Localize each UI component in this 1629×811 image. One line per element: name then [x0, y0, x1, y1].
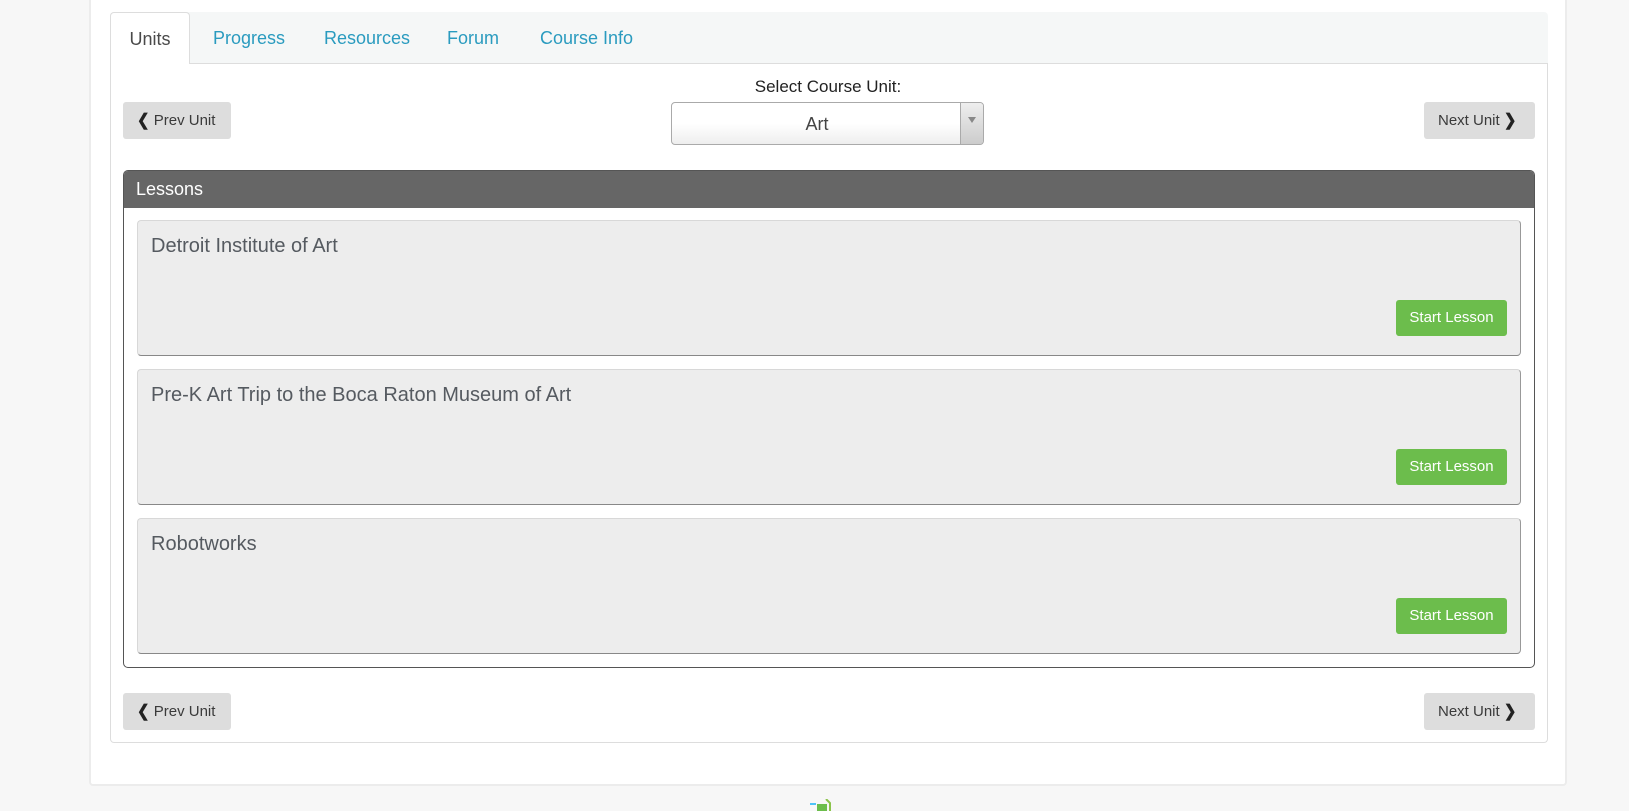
start-lesson-button[interactable]: Start Lesson [1396, 449, 1507, 485]
lesson-title: Detroit Institute of Art [151, 235, 338, 257]
lesson-card: Pre-K Art Trip to the Boca Raton Museum … [137, 369, 1521, 505]
prev-unit-button-top[interactable]: ❮ Prev Unit [123, 102, 231, 139]
dropdown-arrow-icon[interactable] [960, 103, 983, 144]
start-lesson-button[interactable]: Start Lesson [1396, 300, 1507, 336]
start-lesson-button[interactable]: Start Lesson [1396, 598, 1507, 634]
tab-course-info[interactable]: Course Info [540, 12, 633, 64]
tab-resources[interactable]: Resources [324, 12, 410, 64]
lesson-title: Pre-K Art Trip to the Boca Raton Museum … [151, 384, 572, 406]
chevron-left-icon: ❮ [137, 111, 150, 130]
tab-forum[interactable]: Forum [447, 12, 499, 64]
next-unit-button-bottom[interactable]: Next Unit ❯ [1424, 693, 1535, 730]
footer-logo-icon [810, 799, 831, 811]
chevron-right-icon: ❯ [1503, 702, 1517, 721]
tab-progress[interactable]: Progress [213, 12, 285, 64]
next-unit-label: Next Unit [1438, 703, 1500, 720]
chevron-left-icon: ❮ [137, 702, 150, 721]
lesson-card: Robotworks Start Lesson [137, 518, 1521, 654]
lessons-header: Lessons [124, 171, 1534, 208]
course-unit-select[interactable]: Art [671, 102, 984, 145]
next-unit-button-top[interactable]: Next Unit ❯ [1424, 102, 1535, 139]
prev-unit-label: Prev Unit [153, 112, 216, 129]
tab-strip: Units Progress Resources Forum Course In… [110, 12, 1548, 65]
lessons-panel: Lessons Detroit Institute of Art Start L… [123, 170, 1535, 668]
lesson-card: Detroit Institute of Art Start Lesson [137, 220, 1521, 356]
next-unit-label: Next Unit [1438, 112, 1500, 129]
select-course-unit-label: Select Course Unit: [754, 77, 902, 96]
selected-unit-value: Art [805, 114, 829, 134]
tab-units[interactable]: Units [110, 12, 190, 65]
prev-unit-button-bottom[interactable]: ❮ Prev Unit [123, 693, 231, 730]
chevron-right-icon: ❯ [1503, 111, 1517, 130]
lesson-title: Robotworks [151, 533, 257, 555]
prev-unit-label: Prev Unit [153, 703, 216, 720]
